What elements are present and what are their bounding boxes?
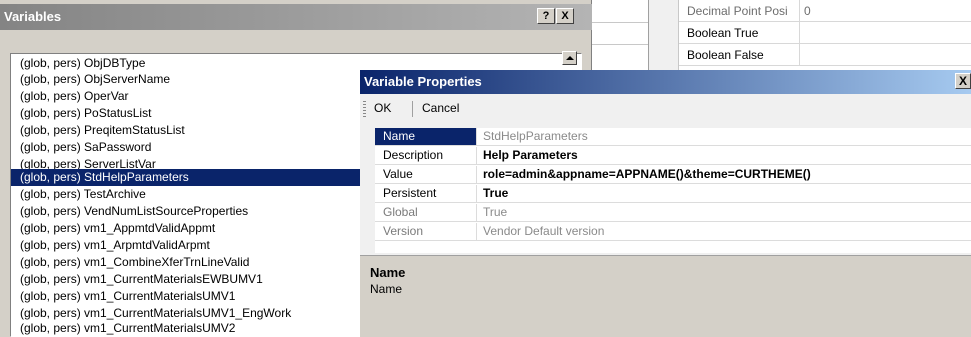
divider (476, 223, 477, 241)
divider (476, 185, 477, 203)
toolbar-grip-icon[interactable] (363, 101, 366, 117)
divider (476, 166, 477, 184)
property-row-name[interactable]: Name StdHelpParameters (375, 128, 971, 146)
list-item[interactable]: (glob, pers) SaPassword (20, 139, 151, 156)
variables-title-bar[interactable]: Variables ? X (0, 4, 592, 30)
bg-grid-row-name: Decimal Point Posi (687, 4, 788, 18)
scroll-up-button[interactable] (562, 51, 577, 65)
description-panel: Name Name (360, 255, 971, 337)
divider (592, 44, 648, 45)
description-heading: Name (370, 265, 406, 280)
bg-grid-row-name: Boolean True (687, 26, 759, 40)
bg-grid-row[interactable]: Boolean True (679, 22, 971, 44)
list-item[interactable]: (glob, pers) vm1_CurrentMaterialsEWBUMV1 (20, 271, 263, 288)
list-item[interactable]: (glob, pers) ObjDBType (20, 55, 145, 72)
close-button[interactable]: X (556, 8, 574, 24)
property-name: Name (375, 128, 476, 145)
property-row-version[interactable]: Version Vendor Default version (375, 223, 971, 241)
properties-toolbar: OK Cancel (360, 94, 971, 124)
background-property-grid: Decimal Point Posi 0 Boolean True Boolea… (648, 0, 971, 70)
divider (799, 44, 800, 66)
divider (799, 0, 800, 22)
list-item[interactable]: (glob, pers) vm1_CombineXferTrnLineValid (20, 254, 249, 271)
property-value: Vendor Default version (483, 224, 605, 238)
variable-properties-dialog: Variable Properties X OK Cancel Name Std… (360, 70, 971, 337)
list-item[interactable]: (glob, pers) VendNumListSourceProperties (20, 203, 248, 220)
property-name: Description (383, 148, 444, 162)
property-row-global[interactable]: Global True (375, 204, 971, 222)
divider (476, 204, 477, 222)
ok-button[interactable]: OK (374, 101, 391, 115)
list-item[interactable]: (glob, pers) vm1_AppmtdValidAppmt (20, 220, 215, 237)
list-item-selected[interactable]: (glob, pers) StdHelpParameters (11, 169, 389, 186)
list-item[interactable]: (glob, pers) vm1_CurrentMaterialsUMV2 (20, 320, 235, 336)
list-item[interactable]: (glob, pers) OperVar (20, 88, 129, 105)
property-name: Version (383, 224, 424, 238)
properties-title-bar[interactable]: Variable Properties X (360, 70, 971, 94)
background-panel-strip (592, 0, 648, 70)
property-value: StdHelpParameters (483, 129, 588, 143)
property-value: True (483, 205, 508, 219)
list-item[interactable]: (glob, pers) TestArchive (20, 186, 146, 203)
divider (799, 22, 800, 44)
toolbar-separator (412, 101, 413, 117)
list-item[interactable]: (glob, pers) PoStatusList (20, 105, 151, 122)
help-button[interactable]: ? (537, 8, 555, 24)
property-row-value[interactable]: Value role=admin&appname=APPNAME()&theme… (375, 166, 971, 184)
property-row-persistent[interactable]: Persistent True (375, 185, 971, 203)
property-value[interactable]: True (483, 185, 508, 202)
dialog-title: Variable Properties (364, 74, 482, 89)
property-name: Persistent (383, 186, 437, 200)
cancel-button[interactable]: Cancel (422, 101, 459, 115)
divider (476, 128, 477, 146)
divider (592, 22, 648, 23)
property-name: Value (383, 167, 413, 181)
arrow-up-icon (566, 56, 574, 60)
list-item[interactable]: (glob, pers) PreqitemStatusList (20, 122, 185, 139)
bg-grid-row[interactable]: Boolean False (679, 44, 971, 66)
grid-gutter (360, 128, 375, 253)
divider (476, 147, 477, 165)
close-button[interactable]: X (955, 73, 971, 89)
bg-grid-row-value: 0 (804, 4, 811, 18)
property-value[interactable]: Help Parameters (483, 147, 578, 164)
bg-grid-row[interactable]: Decimal Point Posi 0 (679, 0, 971, 22)
description-body: Name (370, 282, 403, 296)
list-item[interactable]: (glob, pers) ObjServerName (20, 71, 170, 88)
window-title: Variables (4, 9, 62, 24)
property-name: Global (383, 205, 418, 219)
property-value[interactable]: role=admin&appname=APPNAME()&theme=CURTH… (483, 166, 811, 183)
property-row-description[interactable]: Description Help Parameters (375, 147, 971, 165)
property-grid: Name StdHelpParameters Description Help … (360, 128, 971, 253)
bg-grid-row-name: Boolean False (687, 48, 764, 62)
grid-gutter (649, 0, 679, 70)
list-item[interactable]: (glob, pers) vm1_ArpmtdValidArpmt (20, 237, 210, 254)
list-item[interactable]: (glob, pers) vm1_CurrentMaterialsUMV1 (20, 288, 235, 305)
